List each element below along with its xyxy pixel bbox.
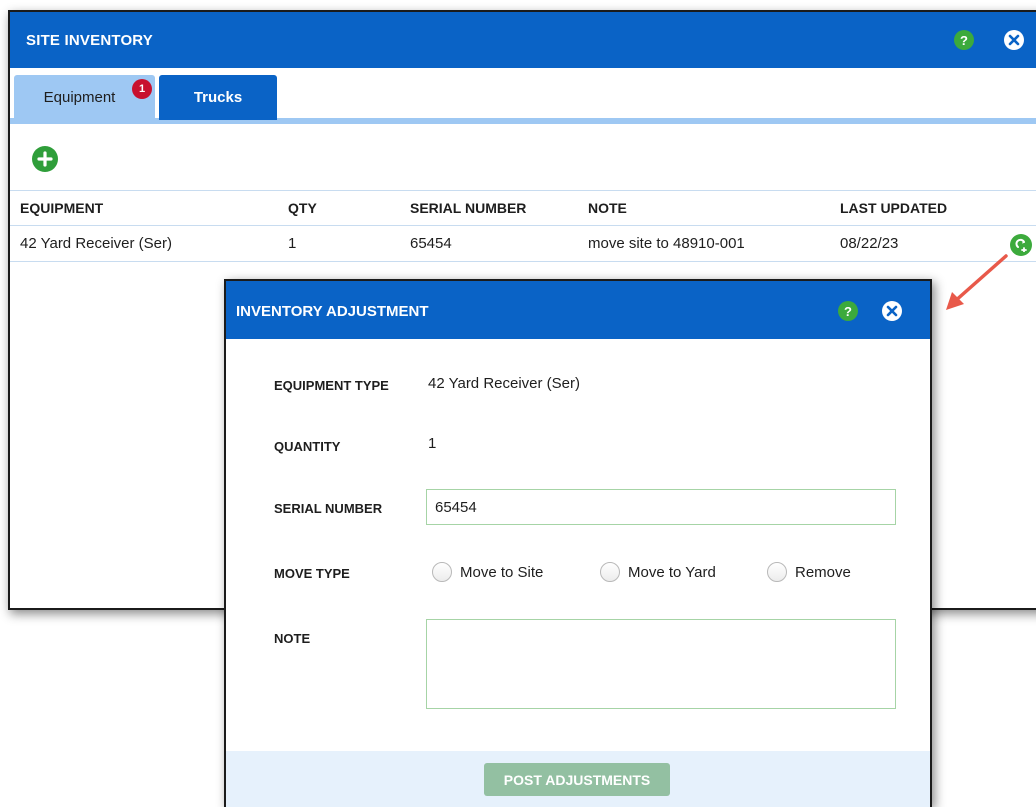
site-inventory-header: SITE INVENTORY ? — [10, 12, 1036, 68]
quantity-value: 1 — [428, 435, 437, 452]
table-row[interactable]: 42 Yard Receiver (Ser) 1 65454 move site… — [10, 226, 1036, 262]
help-icon[interactable]: ? — [838, 301, 858, 321]
close-icon[interactable] — [882, 301, 902, 321]
move-to-yard-label: Move to Yard — [628, 563, 716, 581]
modal-header: INVENTORY ADJUSTMENT ? — [226, 281, 930, 339]
column-header-equipment[interactable]: EQUIPMENT — [20, 191, 103, 225]
note-label: NOTE — [274, 631, 311, 646]
tab-trucks-label: Trucks — [193, 89, 243, 106]
tab-equipment[interactable]: Equipment 1 — [14, 75, 155, 120]
cell-last-updated: 08/22/23 — [840, 235, 899, 252]
quantity-label: QUANTITY — [274, 439, 341, 454]
move-to-site-radio[interactable]: Move to Site — [432, 562, 543, 582]
tab-trucks[interactable]: Trucks — [159, 75, 277, 120]
column-header-qty[interactable]: QTY — [288, 191, 317, 225]
cell-serial-number: 65454 — [410, 235, 452, 252]
cell-equipment: 42 Yard Receiver (Ser) — [20, 235, 173, 252]
tab-equipment-label: Equipment — [43, 89, 116, 106]
move-type-label: MOVE TYPE — [274, 566, 350, 581]
modal-footer: POST ADJUSTMENTS — [226, 751, 930, 807]
add-equipment-icon[interactable] — [32, 146, 58, 172]
site-inventory-title: SITE INVENTORY — [26, 32, 153, 49]
serial-number-input[interactable] — [426, 489, 896, 525]
column-header-note[interactable]: NOTE — [588, 191, 627, 225]
move-to-yard-radio[interactable]: Move to Yard — [600, 562, 716, 582]
radio-circle-icon[interactable] — [600, 562, 620, 582]
column-header-last-updated[interactable]: LAST UPDATED — [840, 191, 947, 225]
cell-note: move site to 48910-001 — [588, 235, 745, 252]
equipment-type-value: 42 Yard Receiver (Ser) — [428, 375, 581, 392]
move-to-site-label: Move to Site — [460, 563, 544, 581]
help-icon[interactable]: ? — [954, 30, 974, 50]
close-icon[interactable] — [1004, 30, 1024, 50]
serial-number-label: SERIAL NUMBER — [274, 501, 383, 516]
note-textarea[interactable] — [426, 619, 896, 709]
notification-badge: 1 — [132, 79, 152, 99]
column-header-serial-number[interactable]: SERIAL NUMBER — [410, 191, 526, 225]
modal-title: INVENTORY ADJUSTMENT — [236, 303, 429, 320]
table-header: EQUIPMENT QTY SERIAL NUMBER NOTE LAST UP… — [10, 190, 1036, 226]
cell-qty: 1 — [288, 235, 297, 252]
equipment-type-label: EQUIPMENT TYPE — [274, 378, 389, 393]
radio-circle-icon[interactable] — [767, 562, 787, 582]
annotation-arrow-icon — [946, 254, 1008, 310]
radio-circle-icon[interactable] — [432, 562, 452, 582]
post-adjustments-button[interactable]: POST ADJUSTMENTS — [484, 763, 670, 796]
remove-radio[interactable]: Remove — [767, 562, 851, 582]
remove-label: Remove — [795, 563, 851, 581]
inventory-adjustment-modal: INVENTORY ADJUSTMENT ? EQUIPMENT TYPE 42… — [224, 279, 932, 807]
tab-strip: Equipment 1 Trucks — [10, 68, 1036, 124]
